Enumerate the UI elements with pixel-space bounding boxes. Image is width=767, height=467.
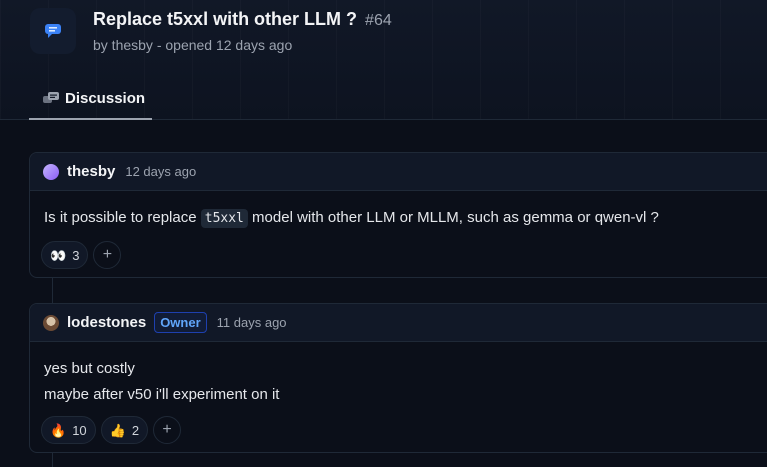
comment-header: thesby 12 days ago [30,153,767,191]
discussion-number[interactable]: #64 [365,12,392,30]
reactions-bar: 🔥 10 👍 2 + [30,416,767,444]
discussion-subtitle: by thesby - opened 12 days ago [93,37,293,53]
fire-emoji: 🔥 [50,422,67,438]
comment-card: thesby 12 days ago Is it possible to rep… [29,152,767,278]
reaction-thumbs-up[interactable]: 👍 2 [100,416,149,444]
discussion-icon [30,8,76,54]
tab-discussion-label: Discussion [65,90,146,107]
eyes-emoji: 👀 [50,247,67,263]
discussion-title: Replace t5xxl with other LLM ? [93,9,358,29]
comment-author[interactable]: lodestones [67,314,146,331]
reactions-bar: 👀 3 + [30,241,767,269]
add-reaction-button[interactable]: + [93,241,122,269]
add-reaction-button[interactable]: + [153,416,182,444]
comment-time[interactable]: 12 days ago [125,164,196,179]
comment-author[interactable]: thesby [67,163,115,180]
thread-connector [52,452,53,467]
thumbs-up-emoji: 👍 [109,422,126,438]
reaction-count: 10 [72,422,87,438]
comment-time[interactable]: 11 days ago [217,315,287,330]
comment-card: lodestones Owner 11 days ago yes but cos… [29,303,767,453]
comment-line: yes but costly [44,360,135,377]
comment-body: yes but costly maybe after v50 i'll expe… [30,342,767,416]
comment-text: Is it possible to replace [44,209,201,226]
discussion-tab-icon [43,91,59,103]
reaction-eyes[interactable]: 👀 3 [41,241,89,269]
inline-code: t5xxl [200,209,248,228]
reaction-count: 2 [131,422,140,438]
avatar[interactable] [43,163,59,180]
reaction-count: 3 [72,247,80,263]
comment-line: maybe after v50 i'll experiment on it [44,386,280,403]
title-row: Replace t5xxl with other LLM ? #64 [93,9,392,30]
owner-badge: Owner [154,312,207,333]
avatar[interactable] [43,314,59,331]
discussion-page: Replace t5xxl with other LLM ? #64 by th… [0,0,767,467]
comment-text: model with other LLM or MLLM, such as ge… [247,209,659,226]
comment-body: Is it possible to replace t5xxl model wi… [30,191,767,241]
discussion-icon-glyph [45,24,61,38]
reaction-fire[interactable]: 🔥 10 [41,416,96,444]
comment-header: lodestones Owner 11 days ago [30,304,767,342]
discussion-header: Replace t5xxl with other LLM ? #64 by th… [0,0,767,120]
tab-discussion[interactable]: Discussion [29,79,152,120]
